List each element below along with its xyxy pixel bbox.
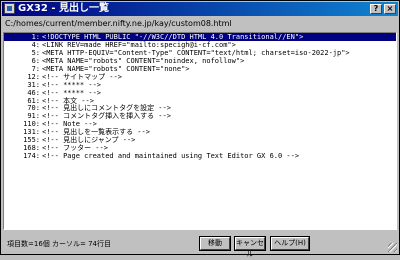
line-number: 131: — [23, 128, 40, 137]
line-number: 12: — [27, 72, 40, 81]
line-number: 155: — [23, 136, 40, 145]
heading-text: <!-- Page created and maintained using T… — [42, 152, 300, 161]
heading-row[interactable]: 6: <META NAME="robots" CONTENT="noindex, … — [4, 57, 396, 65]
line-number: 7: — [31, 64, 40, 73]
heading-list[interactable]: 1: <!DOCTYPE HTML PUBLIC "-//W3C//DTD HTM… — [3, 32, 397, 230]
line-number: 61: — [27, 96, 40, 105]
heading-text: <META NAME="robots" CONTENT="none"> — [42, 64, 190, 73]
heading-row[interactable]: 5: <META HTTP-EQUIV="Content-Type" CONTEN… — [4, 49, 396, 57]
close-button[interactable]: × — [384, 4, 396, 14]
line-number: 168: — [23, 144, 40, 153]
line-number: 6: — [31, 56, 40, 65]
line-number: 70: — [27, 104, 40, 113]
line-number: 1: — [31, 33, 40, 41]
heading-row[interactable]: 155: <!-- 見出しにジャンプ --> — [4, 136, 396, 144]
file-path: C:/homes/current/member.nifty.ne.jp/kay/… — [5, 19, 232, 28]
heading-row[interactable]: 131: <!-- 見出しを一覧表示する --> — [4, 128, 396, 136]
title-bar[interactable]: GX32 - 見出し一覧 ? × — [2, 2, 398, 16]
heading-row[interactable]: 91: <!-- コメントタグ挿入を挿入する --> — [4, 112, 396, 120]
line-number: 91: — [27, 112, 40, 121]
move-button[interactable]: 移動 — [200, 237, 230, 250]
heading-row[interactable]: 174: <!-- Page created and maintained usi… — [4, 152, 396, 160]
line-number: 46: — [27, 88, 40, 97]
heading-row[interactable]: 31: <!-- ***** --> — [4, 81, 396, 89]
app-icon — [4, 3, 15, 14]
resize-grip-icon[interactable] — [388, 243, 397, 252]
heading-text: <LINK REV=made HREF="mailto:specigh@i-cf… — [42, 40, 236, 49]
window-title: GX32 - 見出し一覧 — [18, 3, 109, 14]
heading-row[interactable]: 168: <!-- フッター --> — [4, 144, 396, 152]
line-number: 5: — [31, 48, 40, 57]
cancel-button[interactable]: キャンセル — [235, 237, 265, 258]
heading-text: <META NAME="robots" CONTENT="noindex, no… — [42, 56, 245, 65]
heading-row[interactable]: 1: <!DOCTYPE HTML PUBLIC "-//W3C//DTD HTM… — [4, 33, 396, 41]
line-number: 174: — [23, 152, 40, 161]
heading-text: <!-- コメントタグ挿入を挿入する --> — [42, 112, 171, 121]
heading-text: <META HTTP-EQUIV="Content-Type" CONTENT=… — [42, 48, 350, 57]
heading-row[interactable]: 46: <!-- ***** --> — [4, 89, 396, 97]
heading-text: <!DOCTYPE HTML PUBLIC "-//W3C//DTD HTML … — [42, 33, 304, 41]
line-number: 110: — [23, 120, 40, 129]
line-number: 31: — [27, 80, 40, 89]
heading-text: <!-- ***** --> — [42, 88, 102, 97]
heading-list-dialog: GX32 - 見出し一覧 ? × C:/homes/current/member… — [0, 0, 400, 258]
status-text: 項目数=16個 カーソル= 74行目 — [7, 240, 111, 248]
heading-text: <!-- フッター --> — [42, 144, 108, 153]
line-number: 4: — [31, 40, 40, 49]
help-button[interactable]: ヘルプ(H) — [271, 237, 309, 250]
heading-row[interactable]: 4: <LINK REV=made HREF="mailto:specigh@i-… — [4, 41, 396, 49]
heading-row[interactable]: 7: <META NAME="robots" CONTENT="none"> — [4, 65, 396, 73]
heading-text: <!-- サイトマップ --> — [42, 72, 122, 81]
help-title-button[interactable]: ? — [370, 4, 382, 14]
heading-row[interactable]: 12: <!-- サイトマップ --> — [4, 73, 396, 81]
heading-text: <!-- ***** --> — [42, 80, 102, 89]
heading-text: <!-- 見出しにジャンプ --> — [42, 136, 136, 145]
